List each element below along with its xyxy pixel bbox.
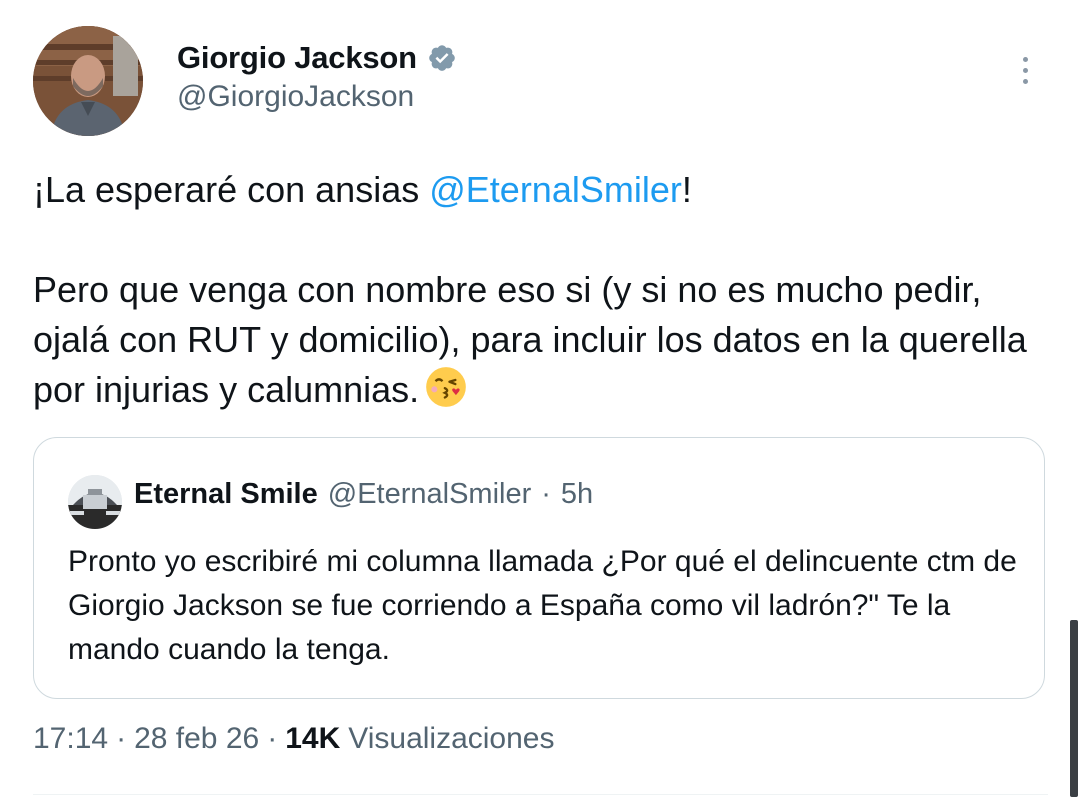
quoted-author-avatar[interactable] [68,475,122,529]
quoted-separator: · [541,478,551,510]
views-count: 14K [285,722,341,755]
quoted-display-name[interactable]: Eternal Smile [134,478,318,511]
more-dot-icon [1022,56,1028,62]
face-blowing-kiss-emoji [426,367,466,407]
scrollbar-thumb[interactable] [1070,620,1078,797]
author-photo [33,26,143,136]
more-dot-icon [1022,67,1028,73]
author-display-name[interactable]: Giorgio Jackson [177,40,417,76]
quoted-avatar-photo [68,475,122,529]
tweet-date[interactable]: 28 feb 26 [134,722,259,756]
tweet-text: ¡La esperaré con ansias @EternalSmiler! … [33,165,1043,415]
quoted-handle[interactable]: @EternalSmiler [328,478,532,511]
tweet-text-segment: ¡La esperaré con ansias [33,169,430,210]
more-options-button[interactable] [1010,50,1040,90]
quoted-timestamp[interactable]: 5h [561,478,593,511]
author-handle[interactable]: @GiorgioJackson [177,80,414,114]
tweet-paragraph-2: Pero que venga con nombre eso si (y si n… [33,265,1043,415]
meta-separator: · [267,722,278,755]
tweet-text-segment: Pero que venga con nombre eso si (y si n… [33,269,1027,410]
divider [33,794,1048,795]
tweet-time[interactable]: 17:14 [33,722,108,756]
views-label: Visualizaciones [348,722,555,755]
quoted-tweet-text: Pronto yo escribiré mi columna llamada ¿… [68,545,1017,666]
quoted-tweet-card[interactable]: Eternal Smile @EternalSmiler · 5h Pronto… [33,437,1045,699]
tweet-line-1: ¡La esperaré con ansias @EternalSmiler! [33,165,1043,215]
tweet-text-segment: ! [681,169,692,210]
mention-link[interactable]: @EternalSmiler [429,169,682,210]
more-dot-icon [1022,78,1028,84]
author-avatar[interactable] [33,26,143,136]
author-name-row: Giorgio Jackson [177,40,457,76]
quoted-tweet-header: Eternal Smile @EternalSmiler · 5h [134,478,593,511]
verified-badge-icon[interactable] [427,43,457,73]
meta-separator: · [116,722,127,755]
tweet-meta: 17:14 · 28 feb 26 · 14K Visualizaciones [33,722,555,756]
tweet-detail: Giorgio Jackson @GiorgioJackson ¡La espe… [0,0,1080,797]
